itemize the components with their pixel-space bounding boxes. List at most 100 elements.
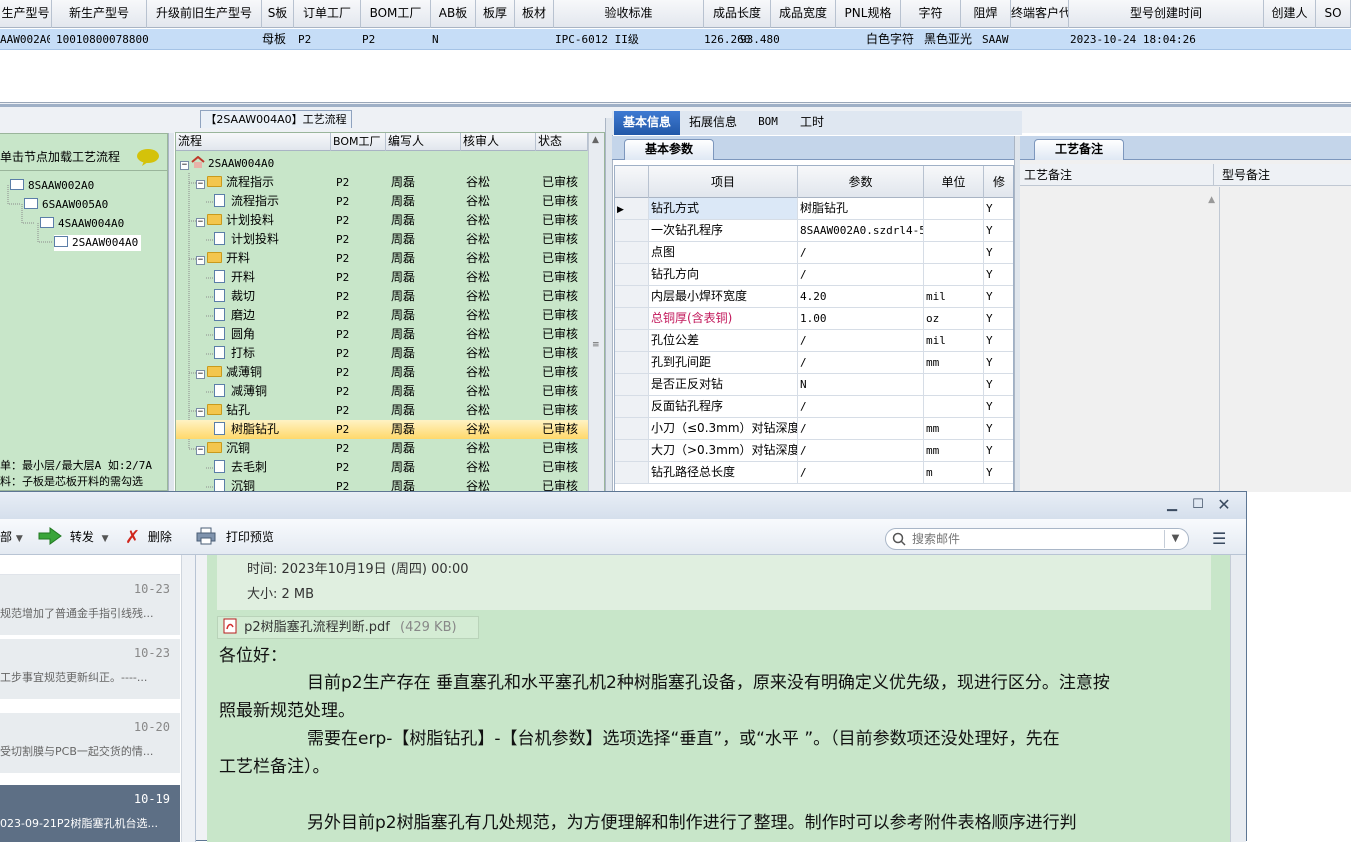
process-root[interactable]: − 2SAAW004A0 [176, 154, 588, 173]
col-item[interactable]: 项目 [649, 166, 798, 198]
collapse-icon[interactable]: − [196, 256, 205, 265]
tab-process-notes[interactable]: 工艺备注 [1034, 139, 1124, 160]
process-row[interactable]: − 沉铜 P2 周磊 谷松 已审核 [176, 439, 588, 458]
param-cell[interactable]: 8SAAW002A0.szdrl4-5 [798, 220, 924, 241]
col-reviewer[interactable]: 核审人 [461, 133, 536, 151]
subtab-basic-params[interactable]: 基本参数 [624, 139, 714, 160]
search-options-icon[interactable]: ▼ [1164, 530, 1186, 548]
param-row[interactable]: 是否正反对钻 N Y [615, 374, 1013, 396]
row-indicator[interactable] [615, 374, 649, 395]
param-cell[interactable]: / [798, 242, 924, 263]
delete-button[interactable]: ✗ 删除 [125, 527, 172, 548]
param-row[interactable]: 内层最小焊环宽度 4.20 mil Y [615, 286, 1013, 308]
col-order-factory[interactable]: 订单工厂 [294, 0, 361, 28]
col-prod-model[interactable]: 生产型号 [0, 0, 52, 28]
col-status[interactable]: 状态 [536, 133, 588, 151]
process-row[interactable]: 流程指示 P2 周磊 谷松 已审核 [176, 192, 588, 211]
model-grid-row[interactable]: AAW002A0 10010800078800 母板 P2 P2 N IPC-6… [0, 29, 1351, 50]
mail-list-scrollbar[interactable] [181, 555, 195, 842]
collapse-icon[interactable]: − [196, 180, 205, 189]
menu-icon[interactable]: ☰ [1212, 530, 1230, 548]
col-thickness[interactable]: 板厚 [476, 0, 515, 28]
col-unit[interactable]: 单位 [924, 166, 984, 198]
tree-node-8[interactable]: 8SAAW002A0 [10, 178, 94, 194]
left-splitter[interactable] [168, 133, 174, 492]
process-row[interactable]: − 钻孔 P2 周磊 谷松 已审核 [176, 401, 588, 420]
col-old-model[interactable]: 升级前旧生产型号 [147, 0, 262, 28]
param-row[interactable]: 大刀（>0.3mm）对钻深度 / mm Y [615, 440, 1013, 462]
tab-work-hours[interactable]: 工时 [792, 111, 832, 135]
col-standard[interactable]: 验收标准 [554, 0, 704, 28]
param-row[interactable]: 孔到孔间距 / mm Y [615, 352, 1013, 374]
process-row[interactable]: 开料 P2 周磊 谷松 已审核 [176, 268, 588, 287]
row-indicator[interactable]: ▶ [615, 198, 649, 219]
scroll-up-icon[interactable]: ▲ [592, 135, 599, 145]
mail-list-item[interactable]: 10-23 规范增加了普通金手指引线残... [0, 575, 180, 635]
mail-list-item-selected[interactable]: 10-19 023-09-21P2树脂塞孔机台选... [0, 785, 180, 842]
collapse-icon[interactable]: − [196, 370, 205, 379]
mail-list-item[interactable]: 10-23 工步事宜规范更新纠正。----... [0, 639, 180, 699]
process-row[interactable]: 圆角 P2 周磊 谷松 已审核 [176, 325, 588, 344]
process-row[interactable]: 沉铜 P2 周磊 谷松 已审核 [176, 477, 588, 491]
comment-icon[interactable] [136, 148, 160, 166]
mail-search-input[interactable] [910, 530, 1160, 548]
col-s-board[interactable]: S板 [262, 0, 294, 28]
param-cell[interactable]: 树脂钻孔 [798, 198, 924, 219]
col-ab-board[interactable]: AB板 [431, 0, 476, 28]
process-row-selected[interactable]: 树脂钻孔 P2 周磊 谷松 已审核 [176, 420, 588, 439]
param-cell[interactable]: / [798, 264, 924, 285]
param-cell[interactable]: / [798, 396, 924, 417]
param-row[interactable]: 孔位公差 / mil Y [615, 330, 1013, 352]
row-indicator[interactable] [615, 308, 649, 329]
all-button[interactable]: 部 ▼ [0, 527, 23, 547]
param-row-selected[interactable]: ▶ 钻孔方式 树脂钻孔 Y [615, 198, 1013, 220]
col-param[interactable]: 参数 [798, 166, 924, 198]
row-indicator[interactable] [615, 352, 649, 373]
col-pnl[interactable]: PNL规格 [836, 0, 901, 28]
attachment-chip[interactable]: p2树脂塞孔流程判断.pdf (429 KB) [217, 616, 479, 639]
forward-button[interactable]: 转发 ▼ [38, 527, 109, 547]
tab-extended-info[interactable]: 拓展信息 [682, 111, 744, 135]
col-material[interactable]: 板材 [515, 0, 554, 28]
param-row[interactable]: 一次钻孔程序 8SAAW002A0.szdrl4-5 Y [615, 220, 1013, 242]
col-bom-factory[interactable]: BOM工厂 [361, 0, 431, 28]
param-row[interactable]: 钻孔路径总长度 / m Y [615, 462, 1013, 484]
col-char[interactable]: 字符 [901, 0, 961, 28]
row-indicator[interactable] [615, 264, 649, 285]
row-indicator[interactable] [615, 462, 649, 483]
close-icon[interactable]: ✕ [1214, 496, 1234, 514]
middle-splitter[interactable] [605, 118, 613, 492]
col-length[interactable]: 成品长度 [704, 0, 771, 28]
col-flow[interactable]: 流程 [176, 133, 331, 151]
process-row[interactable]: − 计划投料 P2 周磊 谷松 已审核 [176, 211, 588, 230]
param-cell[interactable]: / [798, 330, 924, 351]
param-cell[interactable]: / [798, 462, 924, 483]
row-indicator[interactable] [615, 242, 649, 263]
col-customer[interactable]: 终端客户代码 [1011, 0, 1069, 28]
scroll-grip-icon[interactable]: ≡ [592, 341, 600, 350]
col-created[interactable]: 型号创建时间 [1069, 0, 1264, 28]
param-cell[interactable]: N [798, 374, 924, 395]
param-cell[interactable]: / [798, 418, 924, 439]
process-scrollbar[interactable]: ▲ ≡ [588, 133, 604, 491]
row-indicator[interactable] [615, 330, 649, 351]
splitter-handle[interactable] [0, 104, 1351, 107]
maximize-icon[interactable]: ☐ [1188, 496, 1208, 514]
tree-node-2-selected[interactable]: 2SAAW004A0 [54, 235, 142, 251]
col-model-notes[interactable]: 型号备注 [1222, 164, 1342, 186]
process-row[interactable]: 磨边 P2 周磊 谷松 已审核 [176, 306, 588, 325]
process-row[interactable]: 裁切 P2 周磊 谷松 已审核 [176, 287, 588, 306]
collapse-icon[interactable]: − [196, 446, 205, 455]
process-row[interactable]: − 开料 P2 周磊 谷松 已审核 [176, 249, 588, 268]
collapse-icon[interactable]: − [196, 408, 205, 417]
param-row[interactable]: 点图 / Y [615, 242, 1013, 264]
mail-titlebar[interactable]: ▁ ☐ ✕ [0, 492, 1246, 519]
process-row[interactable]: 计划投料 P2 周磊 谷松 已审核 [176, 230, 588, 249]
param-row[interactable]: 总铜厚(含表铜) 1.00 oz Y [615, 308, 1013, 330]
mail-list-item[interactable]: 10-20 受切割膜与PCB一起交货的情... [0, 713, 180, 773]
row-indicator[interactable] [615, 418, 649, 439]
col-solder[interactable]: 阻焊 [961, 0, 1011, 28]
minimize-icon[interactable]: ▁ [1162, 496, 1182, 514]
scroll-up-icon[interactable]: ▲ [1208, 195, 1215, 205]
row-indicator[interactable] [615, 220, 649, 241]
